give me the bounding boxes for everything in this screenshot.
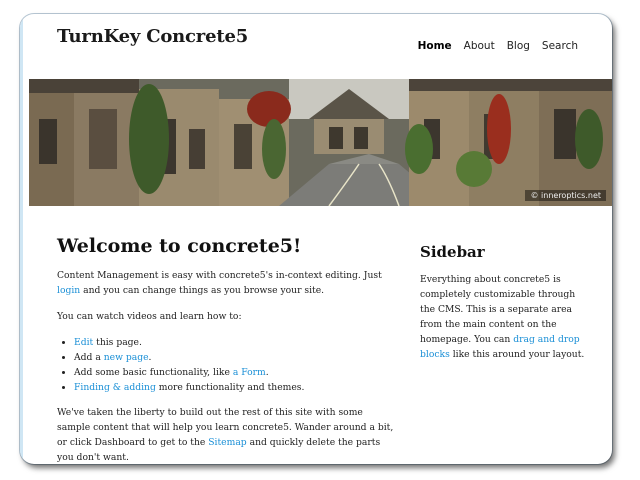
list-item: Finding & adding more functionality and … bbox=[74, 380, 397, 395]
main-nav: Home About Blog Search bbox=[406, 40, 578, 52]
howto-list: Edit this page. Add a new page. Add some… bbox=[57, 335, 397, 395]
nav-blog[interactable]: Blog bbox=[507, 40, 530, 52]
sidebar: Sidebar Everything about concrete5 is co… bbox=[420, 242, 590, 362]
login-link[interactable]: login bbox=[57, 285, 80, 296]
sitemap-link[interactable]: Sitemap bbox=[208, 437, 246, 448]
sidebar-text: Everything about concrete5 is completely… bbox=[420, 274, 585, 360]
list-item: Add some basic functionality, like a For… bbox=[74, 365, 397, 380]
village-street-photo bbox=[29, 79, 612, 206]
edit-link[interactable]: Edit bbox=[74, 337, 93, 348]
site-title[interactable]: TurnKey Concrete5 bbox=[57, 26, 248, 47]
finding-adding-link[interactable]: Finding & adding bbox=[74, 382, 156, 393]
intro-paragraph: Content Management is easy with concrete… bbox=[57, 270, 382, 296]
new-page-link[interactable]: new page bbox=[104, 352, 149, 363]
list-item: Edit this page. bbox=[74, 335, 397, 350]
nav-search[interactable]: Search bbox=[542, 40, 578, 52]
sidebar-heading: Sidebar bbox=[420, 243, 485, 261]
photo-credit: © inneroptics.net bbox=[525, 190, 606, 201]
hero-image: © inneroptics.net bbox=[29, 79, 612, 206]
nav-about[interactable]: About bbox=[464, 40, 495, 52]
welcome-heading: Welcome to concrete5! bbox=[57, 235, 302, 257]
list-item: Add a new page. bbox=[74, 350, 397, 365]
form-link[interactable]: a Form bbox=[233, 367, 266, 378]
main-content: Welcome to concrete5! Content Management… bbox=[57, 234, 397, 464]
videos-paragraph: You can watch videos and learn how to: bbox=[57, 311, 242, 322]
browser-page: TurnKey Concrete5 Home About Blog Search bbox=[20, 14, 612, 464]
nav-home[interactable]: Home bbox=[418, 40, 452, 52]
sample-content-paragraph: We've taken the liberty to build out the… bbox=[57, 407, 394, 463]
